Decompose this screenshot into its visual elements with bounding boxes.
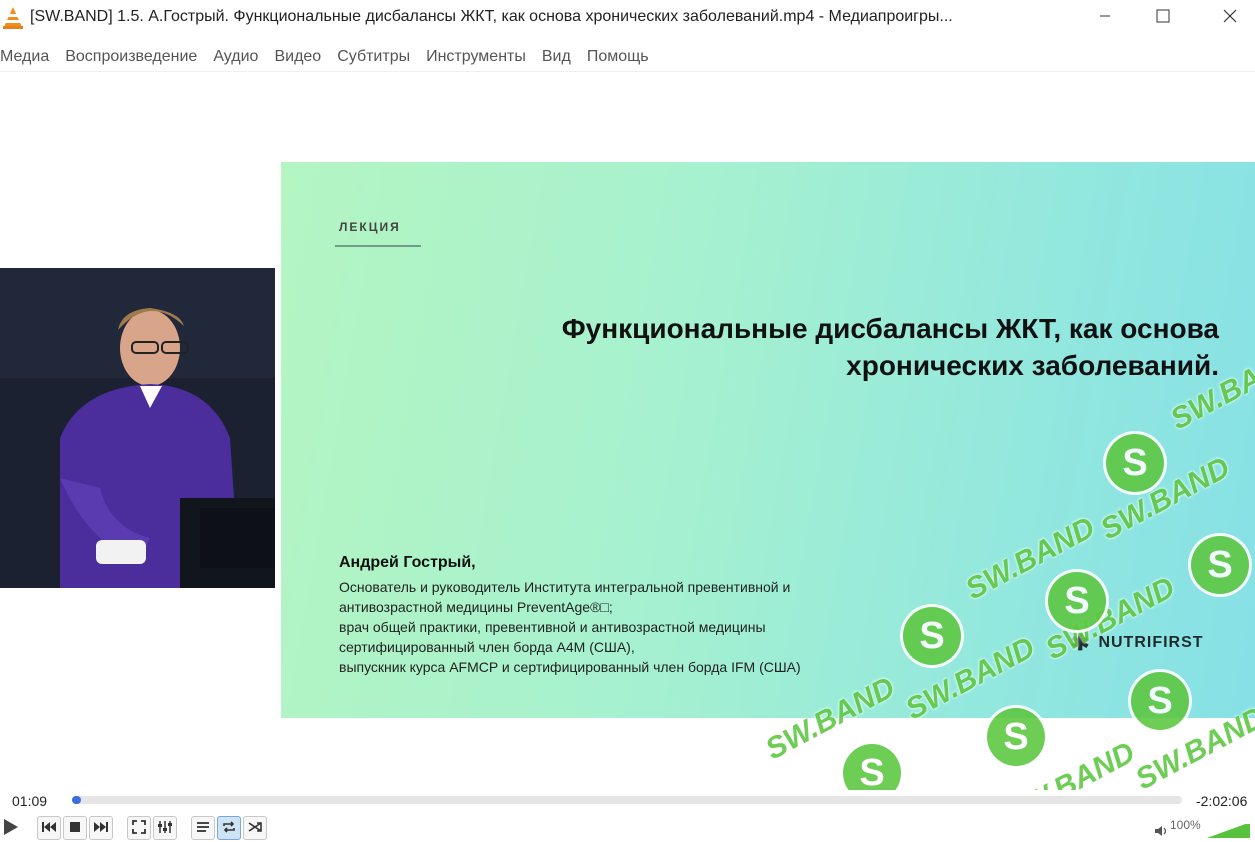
stop-button[interactable] [63, 816, 87, 840]
extended-settings-button[interactable] [153, 816, 177, 840]
minimize-icon [1099, 9, 1111, 27]
watermark-badge-icon: S [903, 607, 961, 665]
slide-tag-underline [335, 245, 421, 247]
menu-tools[interactable]: Инструменты [418, 44, 534, 70]
extended-settings-icon [157, 820, 173, 837]
menu-help[interactable]: Помощь [579, 44, 657, 70]
previous-icon [41, 820, 57, 836]
time-elapsed: 01:09 [12, 793, 48, 809]
stop-icon [69, 820, 81, 836]
title-bar: [SW.BAND] 1.5. А.Гострый. Функциональные… [0, 0, 1255, 36]
volume-slider[interactable] [1204, 824, 1250, 838]
shuffle-button[interactable] [243, 816, 267, 840]
speaker-camera-inset [0, 268, 275, 588]
fullscreen-button[interactable] [127, 816, 151, 840]
time-remaining[interactable]: -2:02:06 [1196, 793, 1247, 809]
seek-bar[interactable] [72, 796, 1182, 804]
menu-audio[interactable]: Аудио [205, 44, 266, 70]
watermark-badge-icon: S [1191, 536, 1249, 594]
play-icon [3, 818, 19, 839]
slide-title-line-2: хронических заболеваний. [846, 350, 1219, 381]
watermark-badge-icon: S [1048, 572, 1106, 630]
loop-icon [221, 820, 237, 837]
slide-title: Функциональные дисбалансы ЖКТ, как основ… [399, 310, 1219, 384]
menu-subtitles[interactable]: Субтитры [329, 44, 418, 70]
bio-line: врач общей практики, превентивной и анти… [339, 619, 766, 635]
next-button[interactable] [89, 816, 113, 840]
previous-button[interactable] [37, 816, 61, 840]
watermark-badge-icon: S [843, 744, 901, 790]
fullscreen-icon [132, 819, 146, 837]
volume-icon[interactable] [1154, 824, 1168, 840]
speaker-bio: Основатель и руководитель Института инте… [339, 577, 939, 677]
video-surface[interactable]: ЛЕКЦИЯ Функциональные дисбалансы ЖКТ, ка… [0, 72, 1255, 790]
slide-title-line-1: Функциональные дисбалансы ЖКТ, как основ… [561, 313, 1219, 344]
maximize-icon [1156, 9, 1170, 28]
bio-line: выпускник курса AFMCP и сертифицированны… [339, 659, 801, 675]
next-icon [93, 820, 109, 836]
window-title: [SW.BAND] 1.5. А.Гострый. Функциональные… [30, 8, 953, 25]
menu-video[interactable]: Видео [266, 44, 329, 70]
watermark-badge-icon: S [987, 708, 1045, 766]
maximize-button[interactable] [1138, 0, 1188, 36]
menu-media[interactable]: Медиа [0, 44, 57, 70]
play-button[interactable] [0, 816, 22, 840]
brand-name: NUTRIFIRST [1098, 634, 1204, 651]
seek-progress [72, 796, 81, 804]
close-icon [1223, 9, 1237, 28]
bio-line: Основатель и руководитель Института инте… [339, 579, 791, 595]
menu-view[interactable]: Вид [534, 44, 579, 70]
playlist-icon [196, 820, 210, 836]
speaker-name: Андрей Гострый, [339, 554, 476, 571]
bio-line: сертифицированный член борда A4M (США), [339, 639, 635, 655]
vlc-cone-icon [2, 6, 24, 30]
watermark-badge-icon: S [1131, 672, 1189, 730]
volume-label: 100% [1170, 818, 1201, 832]
watermark-badge-icon: S [1106, 434, 1164, 492]
menu-playback[interactable]: Воспроизведение [57, 44, 205, 70]
bio-line: антивозрастной медицины PreventAge®□; [339, 599, 613, 615]
menu-bar: Медиа Воспроизведение Аудио Видео Субтит… [0, 44, 657, 70]
slide-tag: ЛЕКЦИЯ [339, 220, 401, 234]
playlist-button[interactable] [191, 816, 215, 840]
loop-button[interactable] [217, 816, 241, 840]
close-button[interactable] [1205, 0, 1255, 36]
minimize-button[interactable] [1080, 0, 1130, 36]
shuffle-icon [248, 820, 262, 837]
speaker-figure [0, 268, 275, 588]
